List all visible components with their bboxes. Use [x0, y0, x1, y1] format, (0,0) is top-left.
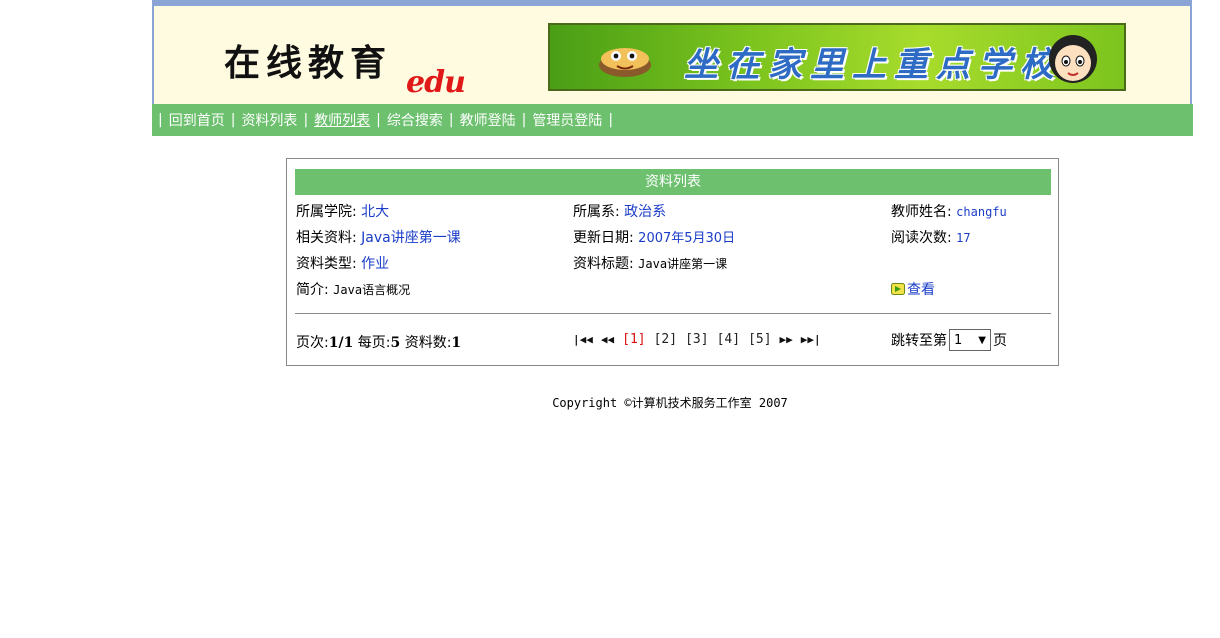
logo-edu: edu	[406, 65, 466, 100]
logo-text: 在线教育	[224, 42, 393, 84]
title-label: 资料标题:	[573, 256, 634, 272]
nav-separator: |	[608, 112, 614, 128]
jump-suffix: 页	[993, 333, 1007, 349]
dept-value[interactable]: 政治系	[624, 204, 666, 220]
dept-field: 所属系: 政治系	[573, 201, 666, 221]
nav-search[interactable]: 综合搜索	[387, 110, 443, 130]
per-page-label: 每页:	[357, 335, 391, 351]
banner: 坐在家里上重点学校	[548, 23, 1126, 91]
nav-teachers[interactable]: 教师列表	[314, 110, 370, 130]
date-value: 2007年5月30日	[638, 231, 736, 246]
view-label: 查看	[907, 282, 935, 298]
intro-field: 简介: Java语言概况	[296, 279, 410, 299]
page-select[interactable]: 1 ▼	[949, 329, 991, 351]
footer-copyright: Copyright ©计算机技术服务工作室 2007	[552, 396, 788, 410]
jump-to-page: 跳转至第 1 ▼ 页	[891, 329, 1007, 351]
pager-links: |◀◀ ◀◀ [1] [2] [3] [4] [5] ▶▶ ▶▶|	[573, 332, 829, 347]
view-button[interactable]: 查看	[891, 279, 935, 299]
date-label: 更新日期:	[573, 230, 634, 246]
material-list-panel: 资料列表 所属学院: 北大 所属系: 政治系 教师姓名: changfu 相关资…	[286, 158, 1059, 366]
per-page-value: 5	[390, 335, 401, 351]
page-link-2[interactable]: [2]	[654, 332, 677, 347]
count-label: 资料数:	[404, 335, 452, 351]
view-cell: 查看	[891, 279, 935, 299]
page-value: 1/1	[328, 335, 354, 351]
count-value: 1	[451, 335, 462, 351]
next-page-icon[interactable]: ▶▶	[780, 333, 793, 346]
chevron-down-icon: ▼	[978, 334, 986, 346]
reads-label: 阅读次数:	[891, 230, 952, 246]
nav-separator: |	[158, 112, 163, 128]
nav-admin-login[interactable]: 管理员登陆	[532, 110, 602, 130]
dept-label: 所属系:	[573, 204, 620, 220]
teacher-field: 教师姓名: changfu	[891, 201, 1007, 221]
page-link-4[interactable]: [4]	[717, 332, 740, 347]
material-value[interactable]: Java讲座第一课	[361, 230, 461, 246]
nav-home[interactable]: 回到首页	[169, 110, 225, 130]
last-page-icon[interactable]: ▶▶|	[801, 333, 821, 346]
intro-label: 简介:	[296, 282, 329, 298]
site-header: 在线教育 edu 坐在家里上重点学校	[152, 0, 1192, 104]
college-value[interactable]: 北大	[361, 204, 389, 220]
intro-value: Java语言概况	[333, 283, 411, 297]
page-link-3[interactable]: [3]	[685, 332, 708, 347]
type-field: 资料类型: 作业	[296, 253, 389, 273]
type-value[interactable]: 作业	[361, 256, 389, 272]
reads-field: 阅读次数: 17	[891, 227, 971, 247]
type-label: 资料类型:	[296, 256, 357, 272]
banner-slogan: 坐在家里上重点学校	[684, 45, 1062, 85]
page-select-value: 1	[954, 332, 963, 348]
jump-prefix: 跳转至第	[891, 333, 947, 349]
title-value: Java讲座第一课	[638, 257, 728, 271]
view-icon	[891, 283, 905, 295]
material-label: 相关资料:	[296, 230, 357, 246]
teacher-label: 教师姓名:	[891, 204, 952, 220]
first-page-icon[interactable]: |◀◀	[573, 333, 593, 346]
nav-separator: |	[303, 112, 309, 128]
college-field: 所属学院: 北大	[296, 201, 389, 221]
main-nav: | 回到首页 | 资料列表 | 教师列表 | 综合搜索 | 教师登陆 | 管理员…	[152, 104, 1193, 136]
teacher-value[interactable]: changfu	[956, 205, 1007, 219]
reads-value: 17	[956, 231, 971, 245]
date-field: 更新日期: 2007年5月30日	[573, 227, 735, 247]
college-label: 所属学院:	[296, 204, 357, 220]
nav-separator: |	[448, 112, 454, 128]
girl-icon	[1049, 35, 1097, 83]
nav-materials[interactable]: 资料列表	[241, 110, 297, 130]
nav-separator: |	[376, 112, 381, 128]
page-link-1[interactable]: [1]	[622, 332, 645, 347]
divider	[295, 313, 1051, 314]
nav-separator: |	[230, 112, 236, 128]
title-field: 资料标题: Java讲座第一课	[573, 253, 727, 273]
site-logo[interactable]: 在线教育 edu	[224, 34, 466, 100]
nav-separator: |	[521, 112, 527, 128]
nav-teacher-login[interactable]: 教师登陆	[460, 110, 516, 130]
pager-info: 页次:1/1 每页:5 资料数:1	[296, 332, 461, 352]
page-link-5[interactable]: [5]	[748, 332, 771, 347]
panel-title: 资料列表	[295, 169, 1051, 195]
material-field: 相关资料: Java讲座第一课	[296, 227, 461, 247]
page-label: 页次:	[296, 335, 329, 351]
mascot-icon	[599, 48, 651, 77]
prev-page-icon[interactable]: ◀◀	[601, 333, 614, 346]
